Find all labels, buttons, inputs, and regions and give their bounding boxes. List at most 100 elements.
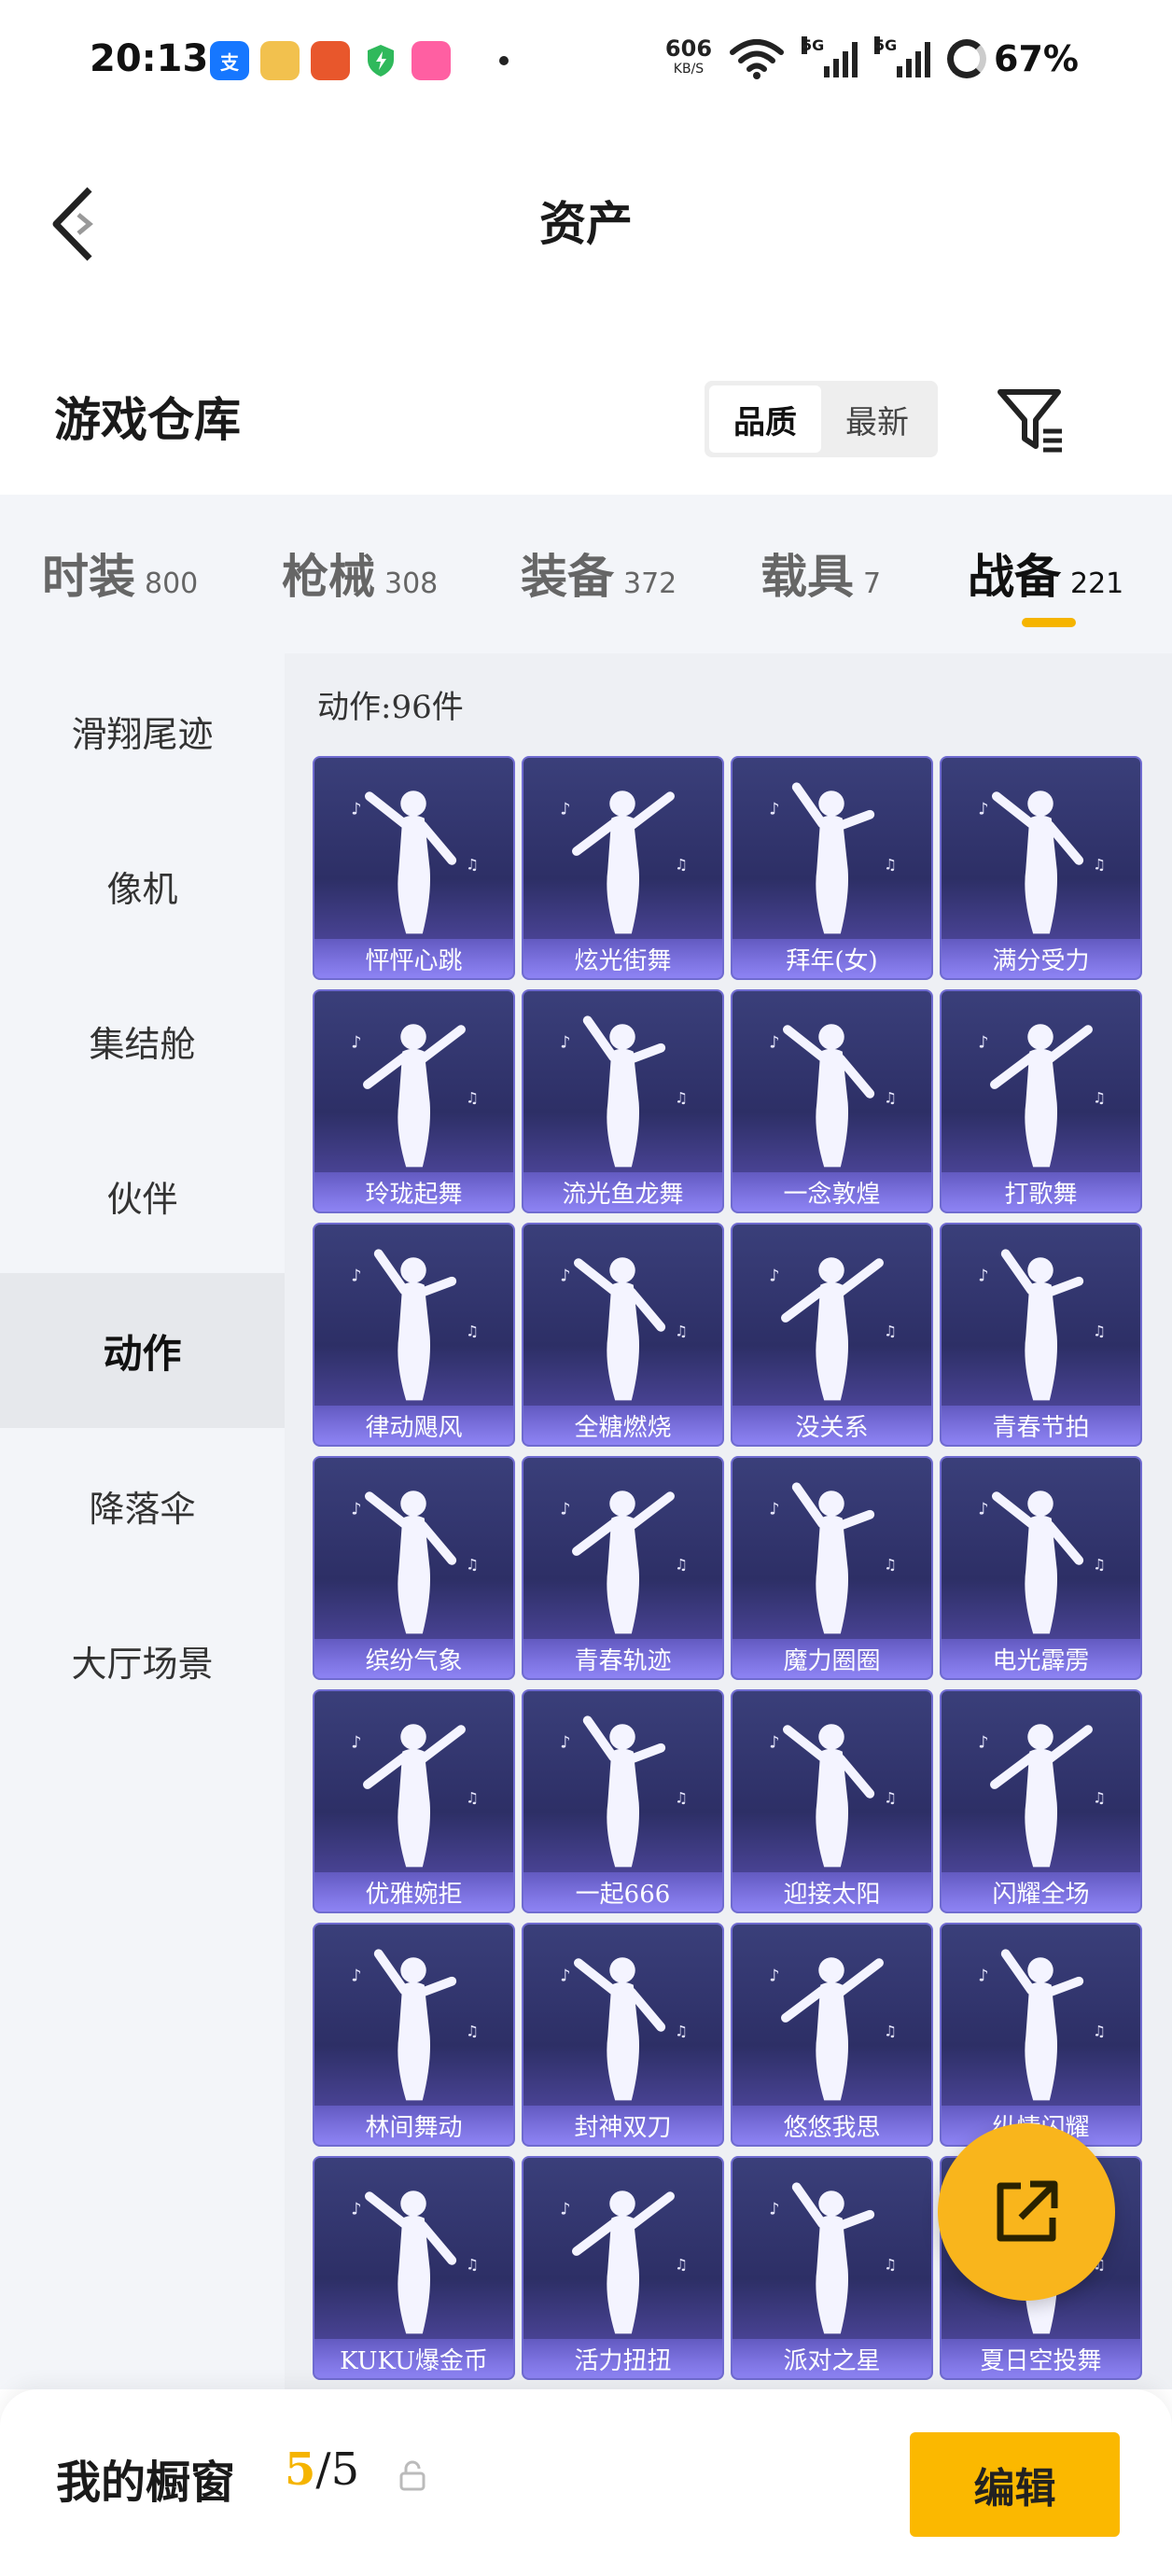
svg-text:♫: ♫: [675, 2256, 688, 2274]
emote-figure-icon: ♪♫: [560, 1015, 688, 1168]
category-tabs: 时装 800 枪械 308 装备 372 载具 7 战备 221: [0, 495, 1172, 653]
tab-vehicles[interactable]: 载具 7: [760, 539, 881, 607]
battery-level: 67%: [994, 38, 1079, 79]
emote-card[interactable]: ♪ ♫ 缤纷气象: [313, 1456, 515, 1680]
svg-text:♫: ♫: [1093, 1789, 1106, 1807]
svg-text:♪: ♪: [560, 1267, 570, 1286]
emote-name: 怦怦心跳: [314, 939, 513, 978]
svg-text:♫: ♫: [884, 1323, 897, 1340]
tab-label: 枪械: [282, 549, 375, 604]
emote-card[interactable]: ♪ ♫ 悠悠我思: [731, 1923, 933, 2147]
emote-name: 青春节拍: [942, 1406, 1140, 1445]
active-tab-indicator: [1022, 618, 1076, 627]
emote-card[interactable]: ♪ ♫ 拜年(女): [731, 756, 933, 980]
svg-text:♫: ♫: [884, 1556, 897, 1574]
signal-type: 5G: [802, 36, 825, 54]
emote-figure-icon: ♪♫: [560, 2191, 688, 2334]
sort-toggle: 品质 最新: [705, 381, 938, 457]
filter-icon: [998, 389, 1062, 453]
sidebar-item-parachute[interactable]: 降落伞: [0, 1428, 285, 1583]
wifi-icon: [730, 39, 785, 79]
emote-card[interactable]: ♪ ♫ 打歌舞: [940, 989, 1142, 1213]
net-speed: 606 KB/S: [665, 37, 712, 79]
emote-card[interactable]: ♪ ♫ 青春轨迹: [522, 1456, 724, 1680]
edit-button[interactable]: 编辑: [910, 2432, 1120, 2537]
emote-name: 玲珑起舞: [314, 1172, 513, 1211]
sidebar-item-glide-trail[interactable]: 滑翔尾迹: [0, 653, 285, 808]
tab-count: 800: [145, 567, 199, 600]
svg-text:♫: ♫: [675, 1789, 688, 1807]
showcase-label: 我的橱窗: [56, 2457, 236, 2509]
emote-figure-icon: ♪♫: [978, 1249, 1106, 1401]
emote-card[interactable]: ♪ ♫ 派对之星: [731, 2156, 933, 2380]
emote-card[interactable]: ♪ ♫ 没关系: [731, 1223, 933, 1447]
emote-card[interactable]: ♪♫纵情闪耀: [940, 1923, 1142, 2147]
tab-count: 221: [1070, 567, 1124, 600]
svg-text:♪: ♪: [560, 1034, 570, 1053]
emote-figure-icon: ♪♫: [560, 1257, 688, 1401]
emote-card[interactable]: ♪ ♫ 封神双刀: [522, 1923, 724, 2147]
emote-card[interactable]: ♪ ♫ 活力扭扭: [522, 2156, 724, 2380]
svg-text:♫: ♫: [675, 2023, 688, 2040]
emote-card[interactable]: ♪ ♫ 全糖燃烧: [522, 1223, 724, 1447]
tab-combat-gear[interactable]: 战备 221: [968, 539, 1123, 607]
emote-figure-icon: ♪♫: [560, 791, 688, 934]
emote-card[interactable]: ♪ ♫ 闪耀全场: [940, 1689, 1142, 1913]
emote-name: 封神双刀: [523, 2106, 722, 2145]
sidebar-item-companion[interactable]: 伙伴: [0, 1118, 285, 1273]
svg-text:♫: ♫: [884, 2256, 897, 2274]
emote-card[interactable]: ♪ ♫ 满分受力: [940, 756, 1142, 980]
emote-name: 没关系: [732, 1406, 931, 1445]
emote-card[interactable]: ♪ ♫ 电光霹雳: [940, 1456, 1142, 1680]
svg-text:♪: ♪: [769, 801, 779, 819]
emote-name: 一起666: [523, 1872, 722, 1911]
emote-name: 缤纷气象: [314, 1639, 513, 1678]
svg-text:♫: ♫: [675, 856, 688, 874]
emote-card[interactable]: ♪ ♫ 林间舞动: [313, 1923, 515, 2147]
net-speed-unit: KB/S: [673, 62, 705, 77]
emote-card[interactable]: ♪ ♫ 怦怦心跳: [313, 756, 515, 980]
emote-card[interactable]: ♪ ♫ 炫光街舞: [522, 756, 724, 980]
signal-icon: 5G: [874, 36, 931, 77]
svg-text:♪: ♪: [769, 1734, 779, 1753]
emote-card[interactable]: ♪ ♫ 玲珑起舞: [313, 989, 515, 1213]
emote-figure-icon: ♪♫: [978, 1949, 1106, 2101]
sort-latest-button[interactable]: 最新: [821, 385, 933, 453]
emote-card[interactable]: ♪ ♫ 一起666: [522, 1689, 724, 1913]
sidebar-item-lobby-scene[interactable]: 大厅场景: [0, 1583, 285, 1738]
emote-card[interactable]: ♪ ♫ 一念敦煌: [731, 989, 933, 1213]
emote-card[interactable]: ♪ ♫ 迎接太阳: [731, 1689, 933, 1913]
status-time: 20:13: [90, 37, 209, 80]
sort-quality-button[interactable]: 品质: [709, 385, 821, 453]
emote-card[interactable]: ♪ ♫ KUKU爆金币: [313, 2156, 515, 2380]
emote-name: 律动飓风: [314, 1406, 513, 1445]
emote-card[interactable]: ♪ ♫ 律动飓风: [313, 1223, 515, 1447]
tab-fashion[interactable]: 时装 800: [42, 539, 198, 607]
emote-card[interactable]: ♪ ♫ 青春节拍: [940, 1223, 1142, 1447]
emote-card[interactable]: ♪ ♫ 流光鱼龙舞: [522, 989, 724, 1213]
emote-figure-icon: ♪♫: [978, 1491, 1106, 1634]
emote-card[interactable]: ♪ ♫ 优雅婉拒: [313, 1689, 515, 1913]
sidebar-item-camera[interactable]: 像机: [0, 808, 285, 963]
tab-firearms[interactable]: 枪械 308: [282, 539, 438, 607]
app-icon: [260, 41, 300, 80]
emote-figure-icon: ♪♫: [560, 1957, 688, 2101]
emote-figure-icon: ♪♫: [769, 2182, 897, 2334]
sidebar-item-rally-pod[interactable]: 集结舱: [0, 963, 285, 1118]
emote-name: 一念敦煌: [732, 1172, 931, 1211]
svg-text:♫: ♫: [466, 1556, 479, 1574]
tab-label: 载具: [760, 549, 854, 604]
sidebar: 滑翔尾迹 像机 集结舱 伙伴 动作 降落伞 大厅场景: [0, 653, 285, 2389]
svg-text:♫: ♫: [675, 1323, 688, 1340]
emote-card[interactable]: ♪ ♫ 魔力圈圈: [731, 1456, 933, 1680]
tab-equipment[interactable]: 装备 372: [521, 539, 677, 607]
emote-name: 林间舞动: [314, 2106, 513, 2145]
status-right: 606 KB/S 5G 5G 67%: [665, 36, 1079, 80]
sidebar-item-emotes[interactable]: 动作: [0, 1273, 285, 1428]
emote-name: KUKU爆金币: [314, 2339, 513, 2378]
shield-icon: [361, 41, 400, 80]
emote-name: 打歌舞: [942, 1172, 1140, 1211]
filter-button[interactable]: [995, 383, 1069, 457]
share-button[interactable]: [938, 2123, 1115, 2301]
app-icon: [311, 41, 350, 80]
